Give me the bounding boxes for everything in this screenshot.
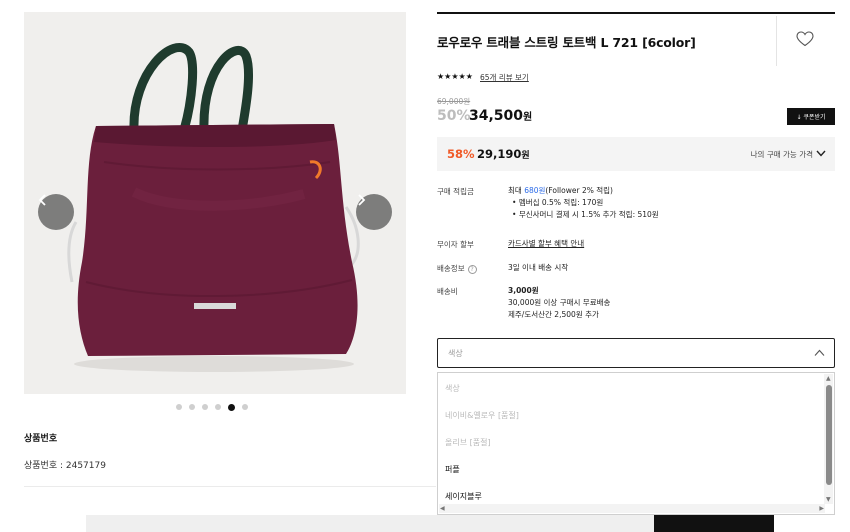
color-option[interactable]: 퍼플 — [445, 464, 460, 475]
gallery-next-button[interactable] — [356, 194, 392, 230]
installment-label: 무이자 할부 — [437, 240, 474, 249]
top-rule — [437, 12, 835, 14]
product-code-title: 상품번호 — [24, 434, 58, 444]
pagination-dot[interactable] — [228, 403, 235, 411]
my-price-value: 29,190 — [477, 147, 522, 161]
product-code: 상품번호 : 2457179 — [24, 461, 106, 471]
review-link[interactable]: 65개 리뷰 보기 — [480, 72, 529, 83]
divider — [24, 486, 436, 487]
points-value: 최대 680원(Follower 2% 적립) • 멤버십 0.5% 적립: 1… — [508, 185, 659, 221]
scroll-down-arrow-icon[interactable]: ▼ — [826, 496, 831, 503]
points-bullet: • 무신사머니 결제 시 1.5% 추가 적립: 510원 — [512, 210, 659, 219]
shipping-info-label-text: 배송정보 — [437, 264, 465, 273]
scroll-left-arrow-icon[interactable]: ◀ — [440, 505, 445, 512]
gallery-pagination — [176, 403, 248, 411]
horizontal-scrollbar[interactable]: ◀ ▶ — [439, 504, 825, 513]
wishlist-button[interactable] — [796, 31, 814, 51]
product-image — [67, 43, 360, 372]
chevron-up-icon — [814, 349, 825, 356]
points-bullet-text: 무신사머니 결제 시 1.5% 추가 적립: 510원 — [518, 210, 659, 219]
shipping-info-label: 배송정보? — [437, 263, 477, 274]
points-prefix: 최대 — [508, 186, 525, 195]
sale-price: 34,500원 — [469, 108, 532, 124]
pagination-dot[interactable] — [202, 404, 208, 410]
scroll-up-arrow-icon[interactable]: ▲ — [826, 375, 831, 382]
discount-rate: 50% — [437, 108, 471, 124]
coupon-button[interactable]: ↓ 쿠폰받기 — [787, 108, 835, 125]
original-price: 69,000원 — [437, 97, 471, 106]
divider — [776, 16, 777, 66]
points-label: 구매 적립금 — [437, 187, 474, 196]
points-bullet-text: 멤버십 0.5% 적립: 170원 — [518, 198, 604, 207]
pagination-dot[interactable] — [215, 404, 221, 410]
my-price: 29,190원 — [477, 147, 530, 161]
bottom-buy-button[interactable] — [654, 515, 774, 532]
points-amount: 680원 — [524, 186, 546, 195]
chevron-left-icon — [38, 194, 46, 206]
points-bullet: • 멤버십 0.5% 적립: 170원 — [512, 198, 604, 207]
shipping-fee-amount: 3,000원 — [508, 286, 539, 295]
color-option[interactable]: 세이지블루 — [445, 491, 482, 502]
my-price-note: 나의 구매 가능 가격 — [750, 150, 813, 159]
color-select[interactable]: 색상 — [437, 338, 835, 368]
shipping-info-value: 3일 이내 배송 시작 — [508, 263, 569, 272]
rating-stars: ★★★★★ — [437, 72, 473, 81]
chevron-down-icon — [816, 150, 826, 157]
chevron-right-icon — [358, 194, 366, 206]
installment-link[interactable]: 카드사별 할부 혜택 안내 — [508, 238, 584, 250]
color-option: 올리브 [품절] — [445, 438, 491, 447]
scroll-right-arrow-icon[interactable]: ▶ — [819, 505, 824, 512]
price-unit: 원 — [521, 151, 530, 161]
color-select-placeholder: 색상 — [448, 349, 463, 358]
shipping-fee-line: 30,000원 이상 구매시 무료배송 — [508, 298, 611, 307]
color-option: 색상 — [445, 384, 460, 393]
shipping-fee-line: 제주/도서산간 2,500원 추가 — [508, 310, 599, 319]
pagination-dot[interactable] — [242, 404, 248, 410]
sale-price-value: 34,500 — [469, 108, 524, 124]
my-price-box[interactable]: 58% 29,190원 나의 구매 가능 가격 — [437, 137, 835, 171]
color-options-list[interactable]: 색상 네이비&옐로우 [품절] 올리브 [품절] 퍼플 세이지블루 ▲ ▼ ◀ … — [437, 372, 835, 515]
shipping-fee-value: 3,000원 30,000원 이상 구매시 무료배송 제주/도서산간 2,500… — [508, 285, 610, 321]
heart-icon — [796, 31, 814, 47]
gallery-prev-button[interactable] — [38, 194, 74, 230]
scrollbar-thumb[interactable] — [826, 385, 832, 485]
shipping-fee-label: 배송비 — [437, 287, 458, 296]
pagination-dot[interactable] — [176, 404, 182, 410]
bottom-action-bar — [86, 515, 654, 532]
product-title: 로우로우 트래블 스트링 토트백 L 721 [6color] — [437, 35, 696, 50]
points-suffix: (Follower 2% 적립) — [545, 186, 613, 195]
product-image-gallery — [24, 12, 406, 394]
help-icon[interactable]: ? — [467, 264, 477, 274]
color-option: 네이비&옐로우 [품절] — [445, 411, 519, 420]
pagination-dot[interactable] — [189, 404, 195, 410]
price-unit: 원 — [523, 112, 533, 123]
my-discount-rate: 58% — [447, 147, 475, 161]
